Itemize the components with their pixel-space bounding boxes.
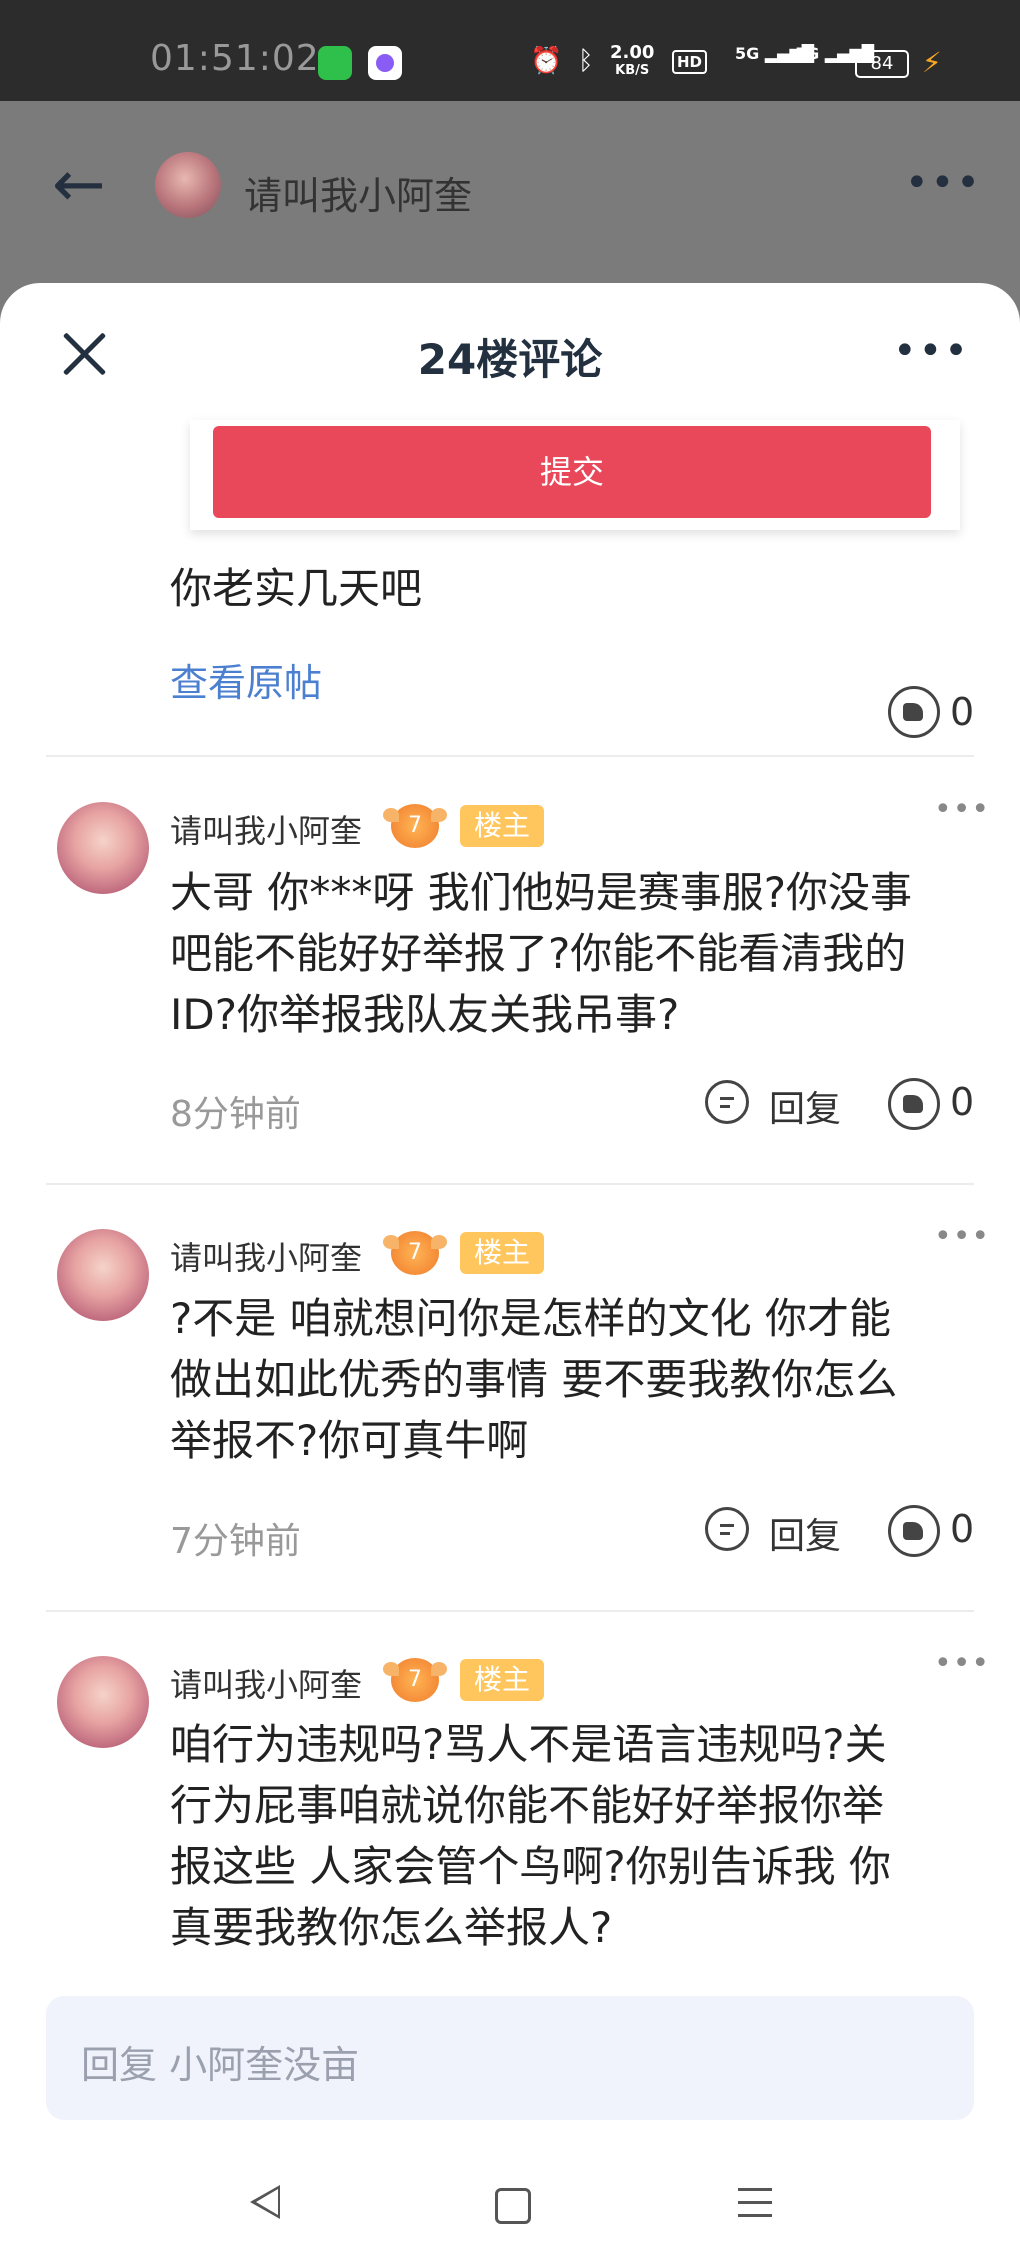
comment-line: 咱行为违规吗?骂人不是语言违规吗?关 xyxy=(170,1720,887,1769)
app-notification-icon-2 xyxy=(368,46,402,80)
avatar[interactable] xyxy=(155,152,221,218)
owner-badge: 楼主 xyxy=(460,1659,544,1701)
network-speed: 2.00 KB/S xyxy=(610,44,654,80)
alarm-icon: ⏰ xyxy=(530,46,563,76)
net-speed-value: 2.00 xyxy=(610,42,655,63)
post-text: 你老实几天吧 xyxy=(170,564,423,613)
avatar[interactable] xyxy=(57,1229,149,1321)
divider xyxy=(46,1610,974,1612)
level-badge: 7 xyxy=(383,1231,447,1275)
back-arrow-icon[interactable]: ← xyxy=(52,153,106,217)
like-icon[interactable] xyxy=(888,1505,940,1557)
divider xyxy=(46,755,974,757)
reply-button[interactable]: 回复 xyxy=(769,1080,841,1132)
comment-line: 举报不?你可真牛啊 xyxy=(170,1416,529,1465)
comment-line: 做出如此优秀的事情 要不要我教你怎么 xyxy=(170,1355,898,1404)
comment-line: ID?你举报我队友关我吊事? xyxy=(170,990,680,1039)
signal-label-2: 5G xyxy=(795,44,820,63)
battery-icon: 84 xyxy=(855,50,909,78)
owner-badge: 楼主 xyxy=(460,1232,544,1274)
level-badge: 7 xyxy=(383,1658,447,1702)
submit-button[interactable]: 提交 xyxy=(213,426,931,518)
status-time: 01:51:02 xyxy=(150,38,320,79)
comment-line: 真要我教你怎么举报人? xyxy=(170,1903,613,1952)
comment-username[interactable]: 请叫我小阿奎 xyxy=(170,1660,362,1706)
comment-line: 行为屁事咱就说你能不能好好举报你举 xyxy=(170,1781,885,1830)
nav-back-icon[interactable] xyxy=(250,2185,280,2219)
avatar[interactable] xyxy=(57,802,149,894)
header-username: 请叫我小阿奎 xyxy=(244,174,473,218)
comment-line: ?不是 咱就想问你是怎样的文化 你才能 xyxy=(170,1294,891,1343)
reply-icon[interactable] xyxy=(705,1080,749,1124)
more-icon[interactable]: ••• xyxy=(905,160,982,206)
comment-body: 大哥 你***呀 我们他妈是赛事服?你没事 吧能不能好好举报了?你能不能看清我的… xyxy=(170,862,970,1045)
signal-label: 5G xyxy=(735,44,760,63)
comment-line: 报这些 人家会管个鸟啊?你别告诉我 你 xyxy=(170,1842,891,1891)
nav-home-icon[interactable] xyxy=(495,2188,531,2224)
owner-badge: 楼主 xyxy=(460,805,544,847)
status-bar: 01:51:02 ⏰ ᛒ 2.00 KB/S HD 5G ▂▄▆█ 5G ▂▄▆… xyxy=(0,0,1020,101)
comment-username[interactable]: 请叫我小阿奎 xyxy=(170,806,362,852)
charging-icon: ⚡ xyxy=(922,46,942,79)
hd-icon: HD xyxy=(672,50,708,74)
like-count: 0 xyxy=(950,690,975,734)
comment-more-icon[interactable]: ••• xyxy=(934,792,990,827)
reply-input[interactable]: 回复 小阿奎没亩 xyxy=(46,1996,974,2120)
divider xyxy=(46,1183,974,1185)
like-icon[interactable] xyxy=(888,686,940,738)
comment-time: 7分钟前 xyxy=(170,1521,301,1562)
nav-menu-icon[interactable] xyxy=(738,2188,772,2227)
net-speed-unit: KB/S xyxy=(615,63,650,78)
comment-username[interactable]: 请叫我小阿奎 xyxy=(170,1233,362,1279)
like-icon[interactable] xyxy=(888,1078,940,1130)
comment-body: ?不是 咱就想问你是怎样的文化 你才能 做出如此优秀的事情 要不要我教你怎么 举… xyxy=(170,1288,970,1471)
view-original-link[interactable]: 查看原帖 xyxy=(170,652,322,707)
avatar[interactable] xyxy=(57,1656,149,1748)
comment-time: 8分钟前 xyxy=(170,1094,301,1135)
comment-line: 大哥 你***呀 我们他妈是赛事服?你没事 xyxy=(170,868,912,917)
sheet-more-icon[interactable]: ••• xyxy=(893,328,970,374)
comment-more-icon[interactable]: ••• xyxy=(934,1219,990,1254)
level-badge: 7 xyxy=(383,804,447,848)
sheet-title: 24楼评论 xyxy=(417,335,603,384)
comment-more-icon[interactable]: ••• xyxy=(934,1646,990,1681)
reply-input-placeholder: 回复 小阿奎没亩 xyxy=(81,2043,360,2087)
reply-icon[interactable] xyxy=(705,1507,749,1551)
app-notification-icon xyxy=(318,46,352,80)
like-count: 0 xyxy=(950,1507,975,1551)
reply-button[interactable]: 回复 xyxy=(769,1507,841,1559)
like-count: 0 xyxy=(950,1080,975,1124)
bluetooth-icon: ᛒ xyxy=(578,46,594,76)
comment-line: 吧能不能好好举报了?你能不能看清我的 xyxy=(170,929,907,978)
background-header xyxy=(0,101,1020,301)
comment-body: 咱行为违规吗?骂人不是语言违规吗?关 行为屁事咱就说你能不能好好举报你举 报这些… xyxy=(170,1714,970,1958)
